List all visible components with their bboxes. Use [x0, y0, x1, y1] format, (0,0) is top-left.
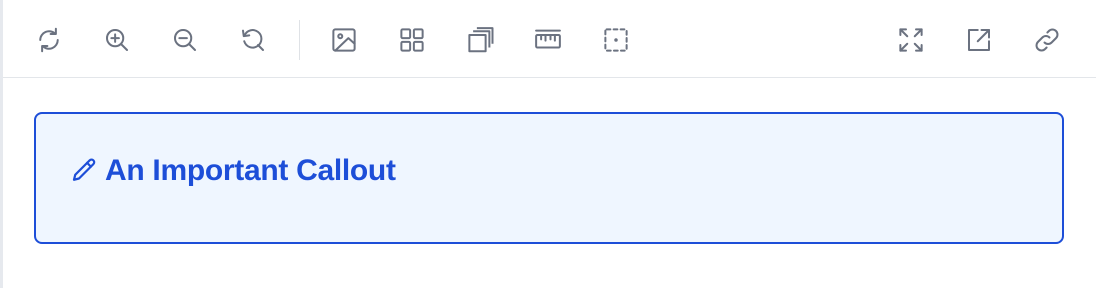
- rotate-button[interactable]: [33, 24, 65, 56]
- callout-heading: An Important Callout: [69, 154, 396, 188]
- pencil-icon: [72, 158, 96, 181]
- zoom-out-icon: [174, 29, 196, 51]
- image-button[interactable]: [328, 24, 360, 56]
- layers-button[interactable]: [464, 24, 496, 56]
- external-link-icon: [968, 29, 990, 51]
- selection-button[interactable]: [600, 24, 632, 56]
- fullscreen-button[interactable]: [895, 24, 927, 56]
- callout-title: An Important Callout: [105, 154, 396, 187]
- zoom-in-button[interactable]: [101, 24, 133, 56]
- zoom-in-icon: [106, 29, 128, 51]
- grid-button[interactable]: [396, 24, 428, 56]
- fullscreen-icon: [899, 28, 923, 52]
- selection-icon: [604, 28, 628, 52]
- reset-button[interactable]: [237, 24, 269, 56]
- reset-icon: [242, 29, 264, 51]
- copy-link-button[interactable]: [1031, 24, 1063, 56]
- link-icon: [1035, 28, 1059, 52]
- grid-icon: [400, 28, 424, 52]
- image-icon: [332, 28, 356, 52]
- toolbar-separator: [299, 20, 300, 60]
- toolbar: [3, 0, 1096, 78]
- ruler-button[interactable]: [532, 24, 564, 56]
- ruler-icon: [535, 29, 561, 49]
- rotate-icon: [39, 27, 59, 53]
- callout-box: An Important Callout: [34, 112, 1064, 244]
- layers-icon: [468, 27, 494, 53]
- open-external-button[interactable]: [963, 24, 995, 56]
- zoom-out-button[interactable]: [169, 24, 201, 56]
